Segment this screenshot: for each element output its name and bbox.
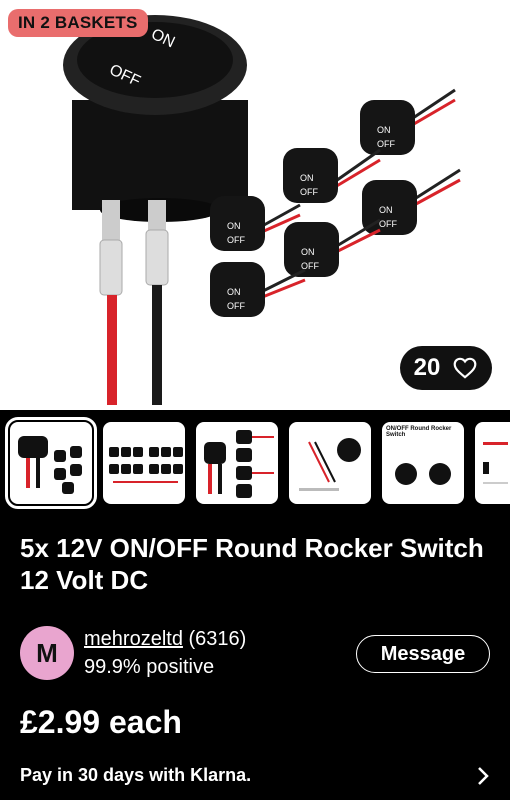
thumbnail-5[interactable]: ON/OFF Round Rocker Switch (382, 422, 464, 504)
product-title: 5x 12V ON/OFF Round Rocker Switch 12 Vol… (20, 533, 484, 595)
watch-count: 20 (413, 354, 441, 381)
svg-text:ON: ON (379, 205, 393, 215)
heart-icon (453, 357, 477, 379)
seller-avatar[interactable]: M (20, 626, 74, 680)
svg-text:OFF: OFF (379, 219, 397, 229)
klarna-row[interactable]: Pay in 30 days with Klarna. (20, 765, 490, 789)
thumbnail-image (18, 436, 82, 494)
small-switch: ONOFF (284, 218, 381, 277)
thumbnail-1[interactable] (5, 417, 97, 509)
svg-text:OFF: OFF (377, 139, 395, 149)
in-baskets-badge: IN 2 BASKETS (8, 9, 148, 37)
seller-positive-rating: 99.9% positive (84, 656, 215, 678)
seller-name-line: mehrozeltd (6316) (84, 628, 246, 651)
svg-text:ON: ON (227, 287, 241, 297)
svg-text:ON: ON (300, 173, 314, 183)
klarna-text: Pay in 30 days with Klarna. (20, 765, 252, 785)
svg-text:ON: ON (227, 221, 241, 231)
product-price: £2.99 each (20, 704, 182, 740)
svg-text:OFF: OFF (300, 187, 318, 197)
image-thumbnail-strip[interactable]: ON/OFF Round Rocker Switch (0, 410, 510, 517)
product-hero-image[interactable]: OFF ON ON OFF ON OFF ON OFF ON OFF ON OFF (0, 0, 510, 410)
svg-text:OFF: OFF (227, 235, 245, 245)
svg-text:ON: ON (377, 125, 391, 135)
svg-text:ON: ON (301, 247, 315, 257)
thumbnail-3[interactable] (196, 422, 278, 504)
thumbnail-6[interactable] (475, 422, 510, 504)
watch-button[interactable]: 20 (400, 346, 492, 390)
thumbnail-image (483, 442, 508, 484)
thumbnail-caption: ON/OFF Round Rocker Switch (386, 426, 452, 438)
thumbnail-2[interactable] (103, 422, 185, 504)
chevron-right-icon (478, 767, 489, 785)
small-switch: ON OFF (360, 88, 456, 155)
seller-feedback-count: (6316) (188, 628, 247, 650)
message-button[interactable]: Message (356, 635, 490, 673)
svg-text:OFF: OFF (227, 301, 245, 311)
thumbnail-image (299, 438, 361, 491)
thumbnail-image (109, 447, 183, 483)
thumbnail-4[interactable] (289, 422, 371, 504)
thumbnail-image (204, 430, 274, 498)
seller-name-link[interactable]: mehrozeltd (84, 628, 183, 650)
small-switch: ON OFF (362, 168, 461, 235)
seller-info: M mehrozeltd (6316) 99.9% positive Messa… (20, 626, 490, 682)
